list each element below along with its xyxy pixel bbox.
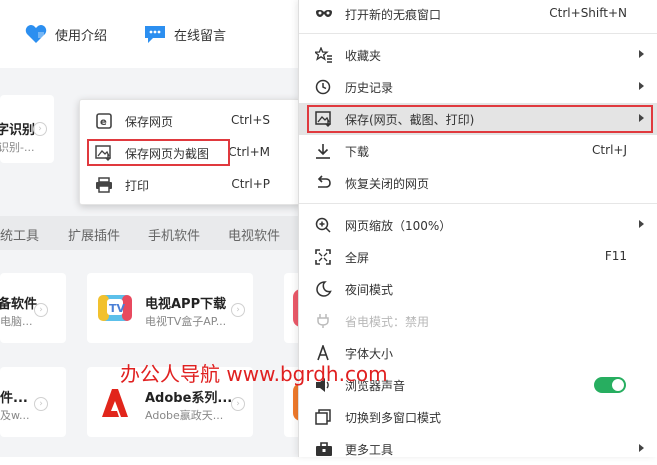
download-icon (316, 144, 330, 159)
menu-item-fullscreen[interactable]: 全屏 F11 (299, 241, 657, 273)
tool-card[interactable]: 件... 及w... › (0, 367, 66, 437)
submenu-shortcut: Ctrl+M (228, 145, 270, 159)
tool-card[interactable]: 备软件 电脑... › (0, 273, 66, 343)
card-title: Adobe系列... (145, 391, 233, 406)
submenu-shortcut: Ctrl+P (231, 177, 270, 191)
menu-label: 收藏夹 (345, 49, 382, 63)
browser-menu: 打开新的无痕窗口 Ctrl+Shift+N 收藏夹 历史记录 保存(网页、截图、… (298, 0, 657, 457)
card-arrow-icon[interactable]: › (34, 303, 48, 317)
menu-item-incognito[interactable]: 打开新的无痕窗口 Ctrl+Shift+N (299, 0, 657, 30)
watermark-text: 办公人导航 www.bgrdh.com (120, 362, 388, 386)
submenu-item-save-page[interactable]: e 保存网页 Ctrl+S (80, 106, 300, 136)
moon-icon (316, 281, 332, 297)
star-list-icon (315, 47, 332, 63)
menu-item-more-tools[interactable]: 更多工具 (299, 433, 657, 465)
chat-bubble-icon (145, 26, 165, 43)
card-title: 件... (0, 391, 28, 406)
highlight-box (87, 139, 230, 166)
menu-label: 历史记录 (345, 81, 394, 95)
menu-item-night-mode[interactable]: 夜间模式 (299, 273, 657, 305)
menu-item-power-saving[interactable]: 省电模式：禁用 (299, 305, 657, 337)
card-subtitle: 电脑... (0, 315, 33, 328)
message-label: 在线留言 (174, 28, 227, 44)
menu-label: 省电模式：禁用 (345, 315, 430, 329)
submenu-arrow-icon (639, 220, 644, 228)
intro-label: 使用介绍 (55, 28, 108, 44)
menu-divider (299, 33, 657, 34)
card-title: 字识别 (0, 123, 36, 138)
menu-shortcut: Ctrl+Shift+N (549, 6, 627, 20)
category-extensions[interactable]: 扩展插件 (68, 225, 120, 244)
menu-item-downloads[interactable]: 下载 Ctrl+J (299, 135, 657, 167)
menu-divider (299, 203, 657, 204)
submenu-arrow-icon (639, 50, 644, 58)
menu-label: 切换到多窗口模式 (345, 411, 442, 425)
adobe-icon (96, 383, 134, 421)
windows-icon (315, 409, 331, 425)
undo-arrow-icon (317, 175, 331, 188)
submenu-label: 打印 (125, 179, 150, 193)
menu-shortcut: F11 (604, 249, 627, 263)
menu-item-history[interactable]: 历史记录 (299, 71, 657, 103)
category-tv[interactable]: 电视软件 (228, 225, 280, 244)
tv-app-icon: TV (96, 289, 134, 327)
tool-card-tv-app[interactable]: TV 电视APP下载 电视TV盒子AP... › (87, 273, 253, 343)
printer-icon (96, 177, 112, 193)
toggle-knob (612, 379, 624, 391)
fullscreen-icon (315, 249, 331, 265)
card-subtitle: 识别-... (0, 141, 35, 154)
menu-label: 更多工具 (345, 443, 394, 457)
category-mobile[interactable]: 手机软件 (148, 225, 200, 244)
card-subtitle: 电视TV盒子AP... (145, 315, 227, 328)
menu-label: 网页缩放（100%） (345, 219, 452, 233)
category-bar: 统工具 扩展插件 手机软件 电视软件 (0, 216, 300, 250)
card-arrow-icon[interactable]: › (33, 122, 47, 136)
menu-item-restore-closed[interactable]: 恢复关闭的网页 (299, 167, 657, 199)
category-system-tools[interactable]: 统工具 (0, 225, 39, 244)
incognito-mask-icon (316, 10, 332, 17)
submenu-label: 保存网页 (125, 115, 174, 129)
toolbox-icon (316, 442, 332, 456)
card-arrow-icon[interactable]: › (231, 397, 245, 411)
ie-page-icon: e (96, 113, 112, 129)
card-arrow-icon[interactable]: › (34, 397, 48, 411)
menu-item-multi-window[interactable]: 切换到多窗口模式 (299, 401, 657, 433)
message-link[interactable]: 在线留言 (144, 22, 226, 46)
zoom-icon (315, 217, 331, 233)
heart-icon (25, 25, 47, 43)
highlight-box (307, 105, 653, 133)
card-subtitle: 及w... (0, 409, 30, 422)
card-arrow-icon[interactable]: › (231, 303, 245, 317)
site-topbar: 使用介绍 在线留言 (0, 0, 300, 68)
submenu-arrow-icon (639, 444, 644, 452)
submenu-arrow-icon (639, 82, 644, 90)
menu-item-favorites[interactable]: 收藏夹 (299, 39, 657, 71)
menu-label: 恢复关闭的网页 (345, 177, 430, 191)
menu-label: 全屏 (345, 251, 370, 265)
clock-icon (315, 79, 331, 95)
card-subtitle: Adobe嬴政天... (145, 409, 224, 422)
menu-label: 夜间模式 (345, 283, 394, 297)
sound-toggle[interactable] (594, 377, 626, 393)
plug-icon (317, 314, 329, 328)
menu-label: 下载 (345, 145, 370, 159)
submenu-item-print[interactable]: 打印 Ctrl+P (80, 170, 300, 200)
menu-label: 打开新的无痕窗口 (345, 8, 442, 22)
menu-item-zoom[interactable]: 网页缩放（100%） (299, 209, 657, 241)
menu-shortcut: Ctrl+J (592, 143, 627, 157)
card-title: 电视APP下载 (145, 297, 227, 312)
intro-link[interactable]: 使用介绍 (25, 22, 107, 46)
svg-text:e: e (100, 117, 107, 128)
card-title: 备软件 (0, 297, 38, 312)
svg-text:TV: TV (109, 302, 126, 315)
submenu-shortcut: Ctrl+S (230, 113, 270, 127)
